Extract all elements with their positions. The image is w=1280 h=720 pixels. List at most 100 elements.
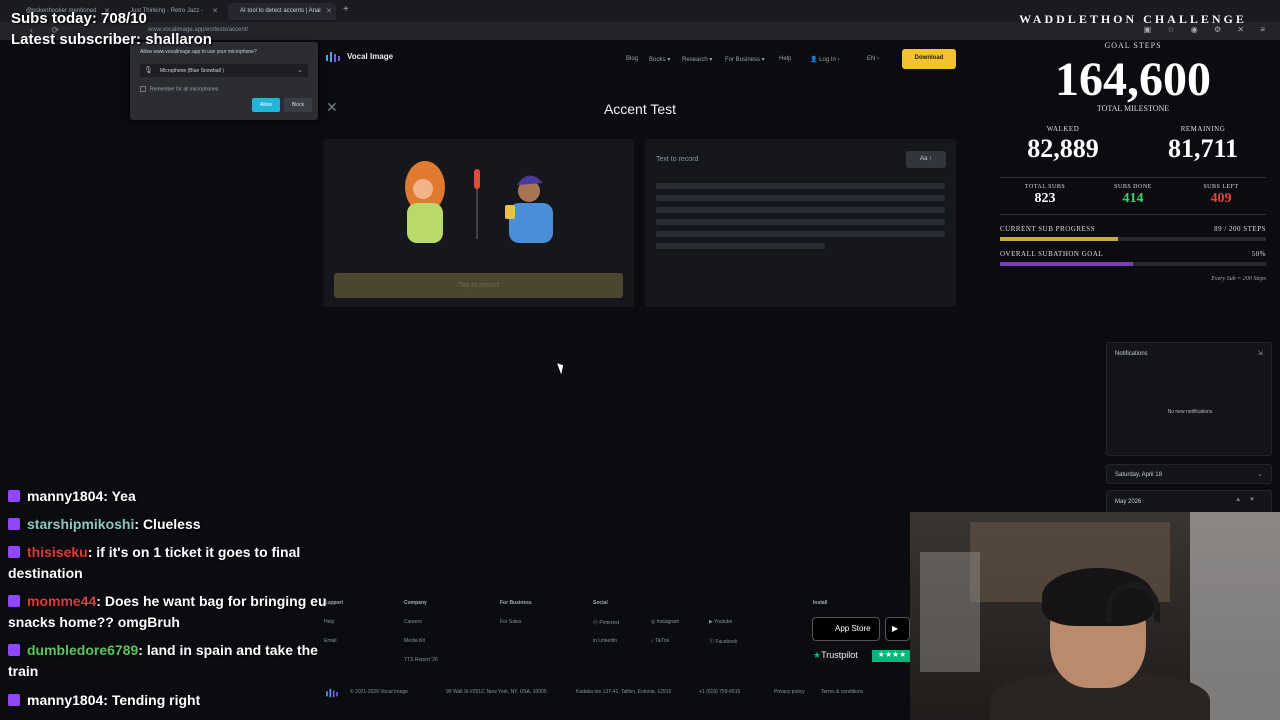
app-store-label: App Store: [835, 624, 871, 633]
link-label: Instagram: [656, 619, 679, 625]
footer-link[interactable]: For Sales: [500, 619, 521, 625]
close-icon[interactable]: ✕: [326, 99, 338, 116]
screen: @pokenhooker mentioned ✕ Just Thinking - …: [0, 0, 1280, 720]
chat-separator: :: [103, 692, 112, 708]
phone[interactable]: +1 (619) 759-6515: [699, 689, 740, 695]
block-button[interactable]: Block: [284, 98, 312, 112]
month-nav-icons[interactable]: ▲▼: [1235, 497, 1263, 503]
chat-separator: :: [87, 544, 97, 560]
chat-username[interactable]: manny1804: [27, 488, 103, 504]
text-to-record-card: Text to record Aa ↑: [645, 139, 956, 307]
footer-link-pinterest[interactable]: ⓟ Pinterest: [593, 619, 619, 626]
total-subs-label: TOTAL SUBS: [1024, 184, 1066, 190]
nav-language[interactable]: EN ›: [867, 56, 879, 62]
chat-text: Clueless: [142, 516, 201, 532]
record-card: Tap to record: [323, 139, 634, 307]
walked-value: 82,889: [1027, 134, 1099, 163]
allow-button[interactable]: Allow: [252, 98, 280, 112]
footer-link[interactable]: Careers: [404, 619, 422, 625]
no-notifications-text: No new notifications: [1167, 409, 1213, 415]
chat-text: Tending right: [111, 692, 201, 708]
user-icon: 👤: [810, 57, 818, 63]
instagram-icon: ◎: [651, 619, 656, 625]
challenge-title: WADDLETHON CHALLENGE: [1019, 12, 1247, 26]
date-header[interactable]: Saturday, April 18 ⌄: [1106, 464, 1272, 484]
facebook-icon: ⓕ: [709, 639, 715, 645]
brand-name: Vocal Image: [347, 52, 394, 62]
nav-help[interactable]: Help: [779, 56, 791, 62]
tab-accent-tool[interactable]: AI tool to detect accents | Anal ✕: [228, 3, 336, 20]
link-label: Youtube: [714, 619, 733, 625]
footer-link-facebook[interactable]: ⓕ Facebook: [709, 638, 737, 645]
font-size-toggle[interactable]: Aa ↑: [906, 151, 946, 168]
total-milestone-label: TOTAL MILESTONE: [1096, 104, 1170, 113]
footer-business-heading: For Business: [500, 600, 532, 606]
nav-research[interactable]: Research ▾: [682, 56, 712, 63]
footer-link-tiktok[interactable]: ♪ TikTok: [651, 638, 669, 644]
chat-separator: :: [103, 488, 112, 504]
divider: [1000, 214, 1266, 215]
total-subs-value: 823: [1034, 191, 1056, 206]
terms-link[interactable]: Terms & conditions: [821, 689, 863, 695]
chat-username[interactable]: thisiseku: [27, 544, 88, 560]
chat-separator: :: [138, 642, 147, 658]
subs-done-value: 414: [1122, 191, 1144, 206]
footer-link-instagram[interactable]: ◎ Instagram: [651, 619, 679, 625]
page-title: Accent Test: [603, 101, 677, 117]
chevron-down-icon[interactable]: ⌄: [1257, 470, 1263, 478]
text-to-record-label: Text to record: [656, 156, 699, 163]
remember-checkbox[interactable]: Remember for all microphones: [140, 86, 218, 92]
link-label: TikTok: [654, 638, 670, 644]
footer-company-heading: Company: [404, 600, 427, 606]
chat-username[interactable]: manny1804: [27, 692, 103, 708]
current-sub-progress-bar: [1000, 237, 1266, 241]
google-play-button[interactable]: ▶: [885, 617, 910, 641]
copyright: © 2021-2026 Vocal Image: [350, 689, 408, 695]
footer-link[interactable]: Media Kit: [404, 638, 425, 644]
trustpilot-stars: ★★★★: [872, 650, 912, 662]
twitch-badge-icon: [8, 644, 20, 656]
twitch-badge-icon: [8, 595, 20, 607]
app-store-button[interactable]: App Store: [812, 617, 880, 641]
microphone-device: Microphone (Blue Snowball ): [160, 68, 224, 74]
youtube-icon: ▶: [709, 619, 713, 625]
latest-subscriber: Latest subscriber: shallaron: [11, 31, 212, 48]
privacy-policy-link[interactable]: Privacy policy: [774, 689, 805, 695]
nav-blog[interactable]: Blog: [626, 56, 638, 62]
checkbox-box[interactable]: [140, 86, 146, 92]
mouse-cursor-icon: [557, 361, 566, 375]
chevron-down-icon: ⌄: [297, 67, 303, 74]
download-button[interactable]: Download: [902, 49, 956, 69]
nav-log-in[interactable]: 👤 Log In ›: [810, 56, 840, 63]
brand-logo[interactable]: Vocal Image: [325, 51, 393, 63]
chat-username[interactable]: starshipmikoshi: [27, 516, 134, 532]
twitch-badge-icon: [8, 694, 20, 706]
subs-left-label: SUBS LEFT: [1203, 184, 1239, 190]
tap-to-record-button[interactable]: Tap to record: [334, 273, 623, 298]
illustration: [405, 161, 553, 243]
nav-for-business[interactable]: For Business ▾: [725, 56, 765, 63]
plus-icon[interactable]: +: [343, 4, 349, 15]
current-sub-progress-label: CURRENT SUB PROGRESS: [1000, 225, 1096, 233]
nav-books[interactable]: Books ▾: [649, 56, 670, 63]
footer-link[interactable]: TTS Report '26: [404, 657, 438, 663]
settings-icon[interactable]: ⇲: [1257, 349, 1263, 357]
footer-link-youtube[interactable]: ▶ Youtube: [709, 619, 732, 625]
background-shelf: [920, 552, 980, 672]
language-label: EN: [867, 56, 876, 62]
nav-business-label: For Business: [725, 57, 761, 63]
trustpilot-label: Trustpilot: [821, 650, 858, 660]
subs-done-label: SUBS DONE: [1114, 184, 1152, 190]
webcam-feed: [910, 512, 1280, 720]
footer-link-linkedin[interactable]: in LinkedIn: [593, 638, 617, 644]
text-placeholder-line: [656, 195, 945, 201]
close-icon[interactable]: ✕: [326, 7, 332, 15]
link-label: LinkedIn: [598, 638, 618, 644]
trustpilot-logo[interactable]: ★Trustpilot: [813, 650, 858, 661]
chat-username[interactable]: momme44: [27, 593, 96, 609]
microphone-select[interactable]: 🎙 Microphone (Blue Snowball ) ⌄: [140, 64, 308, 77]
chat-message: manny1804: Tending right: [8, 690, 338, 711]
twitch-badge-icon: [8, 518, 20, 530]
close-icon[interactable]: ✕: [212, 7, 218, 15]
chat-username[interactable]: dumbledore6789: [27, 642, 138, 658]
